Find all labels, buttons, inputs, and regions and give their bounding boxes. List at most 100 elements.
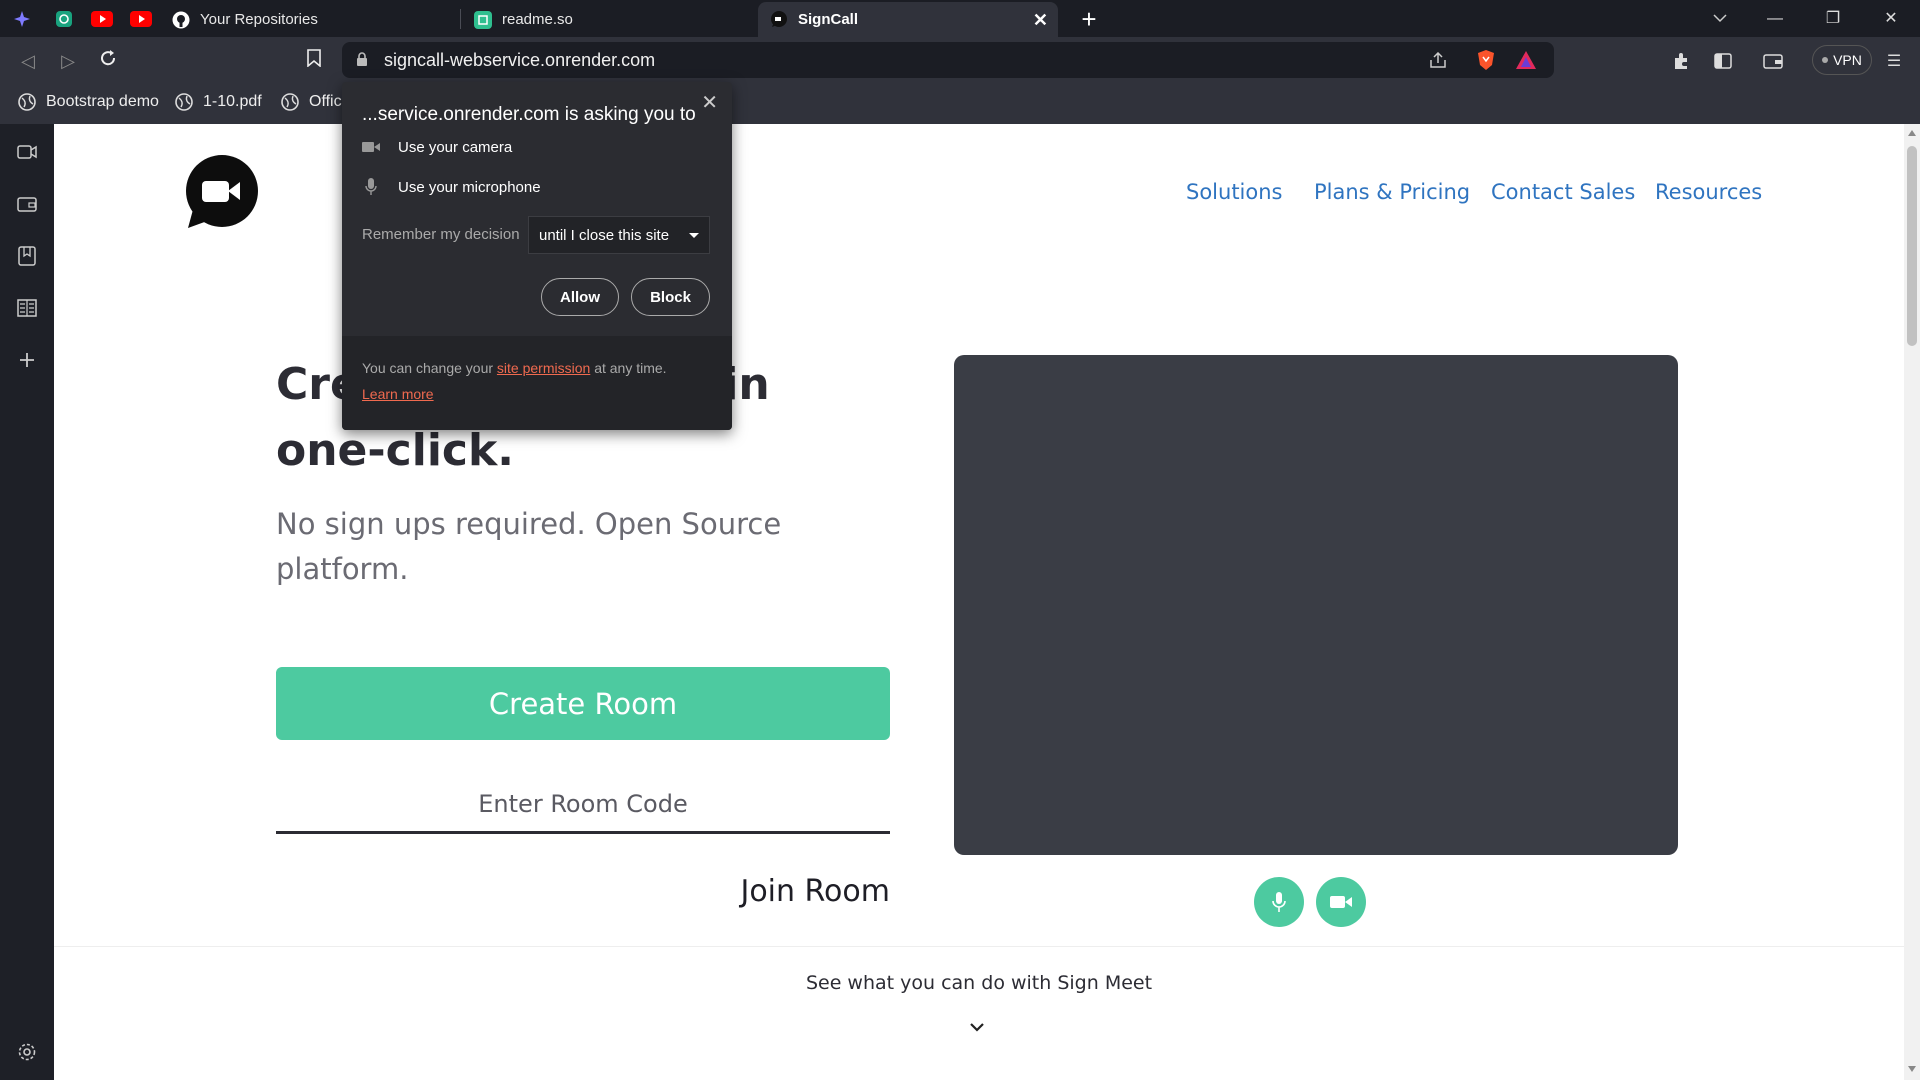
chevron-down-icon[interactable] (969, 1019, 985, 1037)
page-scrollbar[interactable] (1904, 124, 1920, 1080)
sparkle-icon (14, 11, 30, 27)
microphone-icon (1272, 892, 1286, 912)
popup-title: ...service.onrender.com is asking you to (362, 104, 696, 125)
browser-toolbar: ◁ ▷ signcall-webservice.onrender.com VPN… (0, 37, 1920, 84)
menu-icon[interactable]: ☰ (1880, 47, 1908, 75)
bookmark-bootstrap-demo[interactable]: Bootstrap demo (18, 93, 159, 111)
nav-contact-sales[interactable]: Contact Sales (1491, 180, 1635, 204)
chatgpt-icon (56, 11, 72, 27)
site-permission-link[interactable]: site permission (497, 360, 590, 376)
hero-title-line2: one-click. (276, 425, 514, 476)
pinned-tab-youtube-1[interactable] (88, 6, 116, 32)
reload-icon (101, 50, 116, 66)
globe-icon (281, 93, 299, 111)
vpn-button[interactable]: VPN (1812, 45, 1872, 75)
permission-popup: ...service.onrender.com is asking you to… (342, 82, 732, 430)
scroll-down-arrow-icon[interactable] (1908, 1066, 1916, 1072)
lock-icon[interactable] (356, 52, 368, 72)
footer-text: You can change your site permission at a… (362, 360, 667, 376)
reload-button[interactable] (94, 47, 122, 75)
minimize-button[interactable]: — (1755, 4, 1795, 34)
tab-title: Your Repositories (200, 11, 318, 28)
hero-subtitle: No sign ups required. Open Source platfo… (276, 507, 782, 586)
microphone-icon (362, 178, 380, 196)
remember-selected-value: until I close this site (539, 226, 670, 244)
microphone-permission: Use your microphone (362, 178, 541, 196)
bookmark-1-10-pdf[interactable]: 1-10.pdf (175, 93, 262, 111)
tab-title: SignCall (798, 11, 859, 28)
dropdown-caret-icon (689, 233, 699, 238)
readme-icon (474, 10, 492, 29)
video-call-icon[interactable] (13, 138, 41, 166)
nav-plans-pricing[interactable]: Plans & Pricing (1314, 180, 1470, 204)
section-divider (54, 946, 1904, 947)
room-code-input[interactable] (276, 777, 890, 834)
camera-permission-label: Use your camera (398, 138, 513, 156)
share-icon[interactable] (1424, 46, 1452, 74)
youtube-icon (91, 11, 113, 27)
microphone-permission-label: Use your microphone (398, 178, 541, 196)
wallet-icon[interactable] (13, 190, 41, 218)
bookmark-label: 1-10.pdf (203, 93, 262, 110)
tab-search-chevron-icon[interactable] (1700, 4, 1740, 34)
footer-prefix: You can change your (362, 360, 494, 376)
join-room-button[interactable]: Join Room (674, 874, 890, 909)
close-window-button[interactable]: ✕ (1871, 4, 1911, 34)
bookmark-icon (307, 49, 321, 68)
bookmark-office[interactable]: Offic (281, 93, 342, 111)
wallet-icon[interactable] (1759, 47, 1787, 75)
reading-list-icon[interactable] (13, 294, 41, 322)
learn-more-link[interactable]: Learn more (362, 386, 434, 402)
camera-permission: Use your camera (362, 138, 512, 156)
bookmarks-icon[interactable] (13, 242, 41, 270)
scrollbar-thumb[interactable] (1907, 146, 1917, 346)
forward-button[interactable]: ▷ (54, 47, 82, 75)
camera-toggle-button[interactable] (1316, 877, 1366, 927)
video-preview (954, 355, 1678, 855)
sidebar-toggle-icon[interactable] (1709, 47, 1737, 75)
close-tab-icon[interactable]: ✕ (1033, 10, 1048, 31)
globe-icon (18, 93, 36, 111)
extensions-icon[interactable] (1668, 47, 1696, 75)
vpn-status-dot (1822, 57, 1829, 63)
microphone-toggle-button[interactable] (1254, 877, 1304, 927)
pinned-tab-youtube-2[interactable] (127, 6, 155, 32)
signcall-logo-icon[interactable] (182, 154, 260, 232)
pinned-tab-chatgpt[interactable] (50, 6, 78, 32)
restore-button[interactable]: ❐ (1813, 4, 1853, 34)
nav-solutions[interactable]: Solutions (1186, 180, 1283, 204)
video-camera-icon (1330, 896, 1352, 908)
tab-separator (460, 9, 461, 29)
url-text: signcall-webservice.onrender.com (384, 50, 656, 70)
remember-decision-select[interactable]: until I close this site (528, 216, 710, 254)
brave-shields-icon[interactable] (1472, 46, 1500, 74)
remember-label: Remember my decision (362, 226, 520, 243)
create-room-button[interactable]: Create Room (276, 667, 890, 740)
tab-title: readme.so (502, 11, 573, 28)
bookmarks-bar: Bootstrap demo 1-10.pdf Offic (0, 84, 1920, 124)
features-teaser: See what you can do with Sign Meet (805, 972, 1153, 994)
github-icon (172, 11, 190, 29)
web-page: Solutions Plans & Pricing Contact Sales … (54, 124, 1904, 1080)
scroll-up-arrow-icon[interactable] (1908, 130, 1916, 136)
bookmark-button[interactable] (300, 47, 328, 75)
browser-sidebar (0, 124, 54, 1080)
tab-readme-so[interactable]: readme.so (462, 2, 758, 37)
globe-icon (175, 93, 193, 111)
block-button[interactable]: Block (631, 278, 710, 316)
add-panel-icon[interactable] (13, 346, 41, 374)
brave-rewards-icon[interactable] (1512, 46, 1540, 74)
nav-resources[interactable]: Resources (1655, 180, 1762, 204)
tab-your-repositories[interactable]: Your Repositories (160, 2, 460, 37)
close-popup-icon[interactable]: ✕ (701, 90, 718, 115)
pinned-tab-leo[interactable] (8, 6, 36, 32)
address-bar[interactable]: signcall-webservice.onrender.com (342, 42, 1554, 78)
vpn-label: VPN (1833, 52, 1862, 68)
tab-signcall[interactable]: SignCall ✕ (758, 2, 1058, 37)
tab-strip: Your Repositories readme.so SignCall ✕ +… (0, 0, 1920, 37)
bookmark-label: Offic (309, 93, 342, 110)
back-button[interactable]: ◁ (14, 47, 42, 75)
settings-gear-icon[interactable] (13, 1038, 41, 1066)
allow-button[interactable]: Allow (541, 278, 619, 316)
new-tab-button[interactable]: + (1074, 4, 1104, 35)
